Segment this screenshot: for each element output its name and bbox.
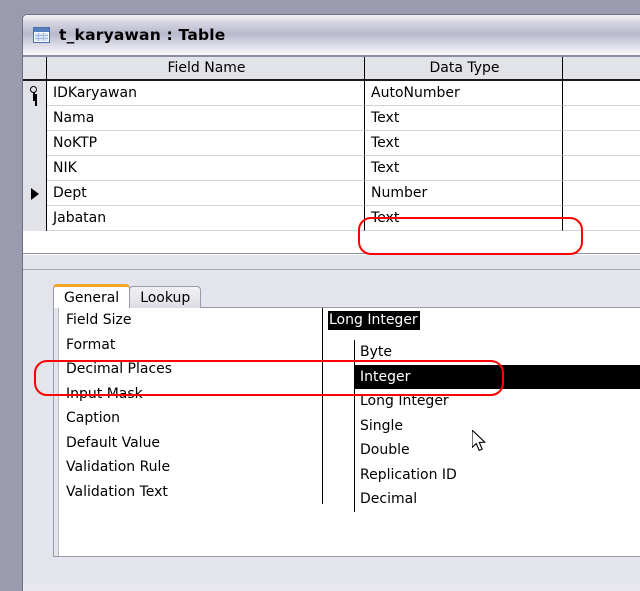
primary-key-icon xyxy=(29,86,40,101)
description-cell[interactable] xyxy=(563,156,640,181)
data-type-cell[interactable]: Number xyxy=(365,181,563,206)
description-cell[interactable] xyxy=(563,181,640,206)
description-cell[interactable] xyxy=(563,81,640,106)
description-cell[interactable] xyxy=(563,106,640,131)
field-name-cell[interactable]: IDKaryawan xyxy=(47,81,365,106)
table-icon xyxy=(33,27,50,43)
dropdown-option-double[interactable]: Double xyxy=(355,438,640,463)
property-row-field-size[interactable]: Field Size Long Integer xyxy=(54,308,640,333)
property-label: Input Mask xyxy=(66,385,143,402)
data-type-cell[interactable]: Text xyxy=(365,156,563,181)
dropdown-option-replication-id[interactable]: Replication ID xyxy=(355,463,640,488)
field-name-cell[interactable]: NIK xyxy=(47,156,365,181)
table-design-window: t_karyawan : Table Field Name Data Type … xyxy=(22,14,640,591)
row-selector-idkaryawan[interactable] xyxy=(23,81,47,106)
tab-lookup[interactable]: Lookup xyxy=(129,286,202,308)
grid-header-description[interactable] xyxy=(563,57,640,79)
dropdown-option-integer[interactable]: Integer xyxy=(355,364,640,389)
description-cell[interactable] xyxy=(563,131,640,156)
property-label: Caption xyxy=(66,410,121,427)
table-row-current[interactable]: Dept Number xyxy=(23,181,640,206)
field-name-cell[interactable]: Dept xyxy=(47,181,365,206)
field-name-cell[interactable]: Nama xyxy=(47,106,365,131)
grid-header-field-name[interactable]: Field Name xyxy=(47,57,365,79)
data-type-cell[interactable]: Text xyxy=(365,131,563,156)
tab-general-label: General xyxy=(64,289,120,306)
data-type-cell[interactable]: Text xyxy=(365,106,563,131)
row-selector-jabatan[interactable] xyxy=(23,206,47,231)
row-selector-nik[interactable] xyxy=(23,156,47,181)
dropdown-option-long-integer[interactable]: Long Integer xyxy=(355,389,640,414)
property-label: Default Value xyxy=(66,434,161,451)
table-row[interactable]: Nama Text xyxy=(23,106,640,131)
table-row[interactable]: NoKTP Text xyxy=(23,131,640,156)
current-record-arrow-icon xyxy=(30,187,39,200)
tab-general[interactable]: General xyxy=(53,284,131,308)
table-row[interactable]: Jabatan Text xyxy=(23,206,640,231)
field-size-selected-value: Long Integer xyxy=(328,310,420,330)
window-title-bar[interactable]: t_karyawan : Table xyxy=(23,15,640,56)
table-row[interactable]: IDKaryawan AutoNumber xyxy=(23,81,640,106)
property-label: Validation Text xyxy=(66,483,168,500)
pane-splitter[interactable] xyxy=(23,254,640,270)
grid-header-row: Field Name Data Type xyxy=(23,57,640,81)
grid-empty-area[interactable] xyxy=(23,231,640,254)
row-selector-noktp[interactable] xyxy=(23,131,47,156)
data-type-cell[interactable]: AutoNumber xyxy=(365,81,563,106)
property-label: Decimal Places xyxy=(66,361,173,378)
property-label: Field Size xyxy=(66,312,132,329)
mouse-cursor-icon xyxy=(472,430,487,452)
row-selector-nama[interactable] xyxy=(23,106,47,131)
field-size-dropdown-list[interactable]: Byte Integer Long Integer Single Double … xyxy=(354,340,640,512)
dropdown-option-byte[interactable]: Byte xyxy=(355,340,640,365)
tab-lookup-label: Lookup xyxy=(140,289,191,306)
data-type-cell[interactable]: Text xyxy=(365,206,563,231)
access-table-design-screen: t_karyawan : Table Field Name Data Type … xyxy=(0,0,640,591)
property-label: Validation Rule xyxy=(66,459,171,476)
grid-header-selector xyxy=(23,57,47,79)
field-name-cell[interactable]: NoKTP xyxy=(47,131,365,156)
field-definition-grid: Field Name Data Type IDKaryawan AutoNumb… xyxy=(23,56,640,254)
dropdown-option-single[interactable]: Single xyxy=(355,414,640,439)
field-properties-pane: General Lookup Field Size Long Integer F… xyxy=(23,270,640,584)
grid-header-data-type[interactable]: Data Type xyxy=(365,57,563,79)
table-row[interactable]: NIK Text xyxy=(23,156,640,181)
property-list: Field Size Long Integer Format Decimal P… xyxy=(53,307,640,557)
field-name-cell[interactable]: Jabatan xyxy=(47,206,365,231)
description-cell[interactable] xyxy=(563,206,640,231)
dropdown-option-decimal[interactable]: Decimal xyxy=(355,487,640,512)
row-selector-dept[interactable] xyxy=(23,181,47,206)
property-tabs: General Lookup xyxy=(53,284,640,308)
property-label: Format xyxy=(66,336,116,353)
property-value-field-size[interactable]: Long Integer xyxy=(322,308,640,333)
window-title: t_karyawan : Table xyxy=(59,26,226,44)
